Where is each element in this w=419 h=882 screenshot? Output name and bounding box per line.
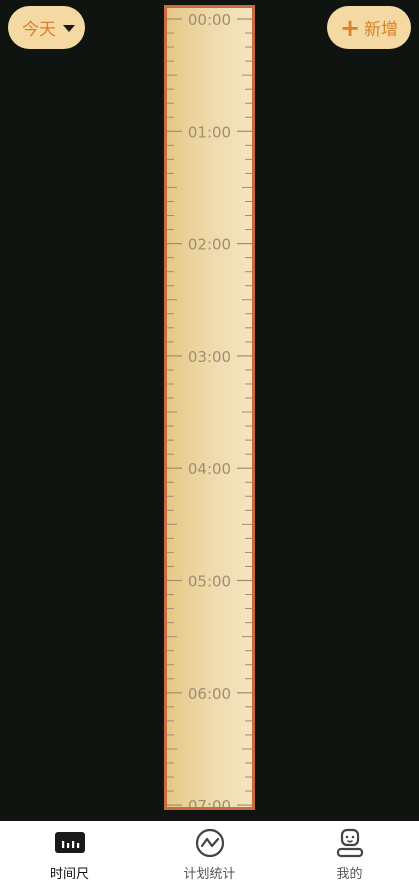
plus-icon: + xyxy=(339,13,361,42)
tab-label: 计划统计 xyxy=(183,867,236,882)
tab-label: 时间尺 xyxy=(49,867,89,882)
tab-plan-stats[interactable]: 计划统计 xyxy=(140,821,279,882)
bottom-tab-bar: 时间尺 计划统计 我的 xyxy=(0,821,419,882)
hour-label: 07:00 xyxy=(188,797,231,807)
caret-down-icon xyxy=(63,25,75,32)
add-button[interactable]: + 新增 xyxy=(327,6,411,49)
time-ruler[interactable]: 00:00 01:00 02:00 03:00 04:00 05:00 06:00 07:00 xyxy=(164,5,255,810)
tab-label: 我的 xyxy=(336,867,363,882)
date-filter-label: 今天 xyxy=(22,20,56,40)
add-button-label: 新增 xyxy=(364,20,399,40)
hour-label: 05:00 xyxy=(188,573,231,591)
profile-icon xyxy=(336,828,363,858)
tab-time-ruler[interactable]: 时间尺 xyxy=(0,821,139,882)
hour-label: 00:00 xyxy=(188,11,231,29)
ruler-icon xyxy=(54,832,85,853)
hour-label: 06:00 xyxy=(188,685,231,703)
date-filter-dropdown[interactable]: 今天 xyxy=(8,6,85,49)
hour-label: 01:00 xyxy=(188,123,231,141)
tab-mine[interactable]: 我的 xyxy=(280,821,419,882)
chart-icon xyxy=(195,828,224,858)
hour-label: 03:00 xyxy=(188,348,231,366)
hour-label: 04:00 xyxy=(188,460,231,478)
hour-label: 02:00 xyxy=(188,236,231,254)
ruler-scale: 00:00 01:00 02:00 03:00 04:00 05:00 06:00 07:00 xyxy=(167,11,252,807)
